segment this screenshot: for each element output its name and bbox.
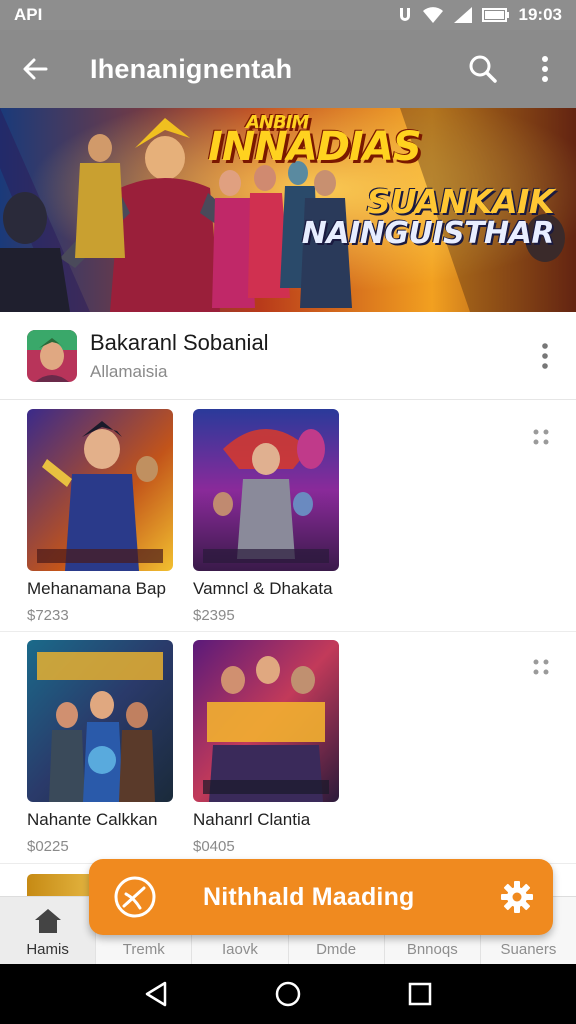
game-thumbnail — [27, 409, 173, 571]
triangle-back-icon — [145, 981, 167, 1007]
status-bar: API 19:03 — [0, 0, 576, 30]
developer-more-button[interactable] — [514, 312, 576, 400]
more-vertical-icon — [542, 56, 548, 82]
status-time: 19:03 — [518, 5, 562, 24]
developer-name: Bakaranl Sobanial — [90, 329, 269, 355]
overflow-menu-button[interactable] — [514, 30, 576, 108]
page-title: Ihenanignentah — [90, 53, 293, 84]
game-card[interactable]: Nahanrl Clantia $0405 — [193, 640, 339, 855]
battery-icon — [481, 7, 510, 23]
game-card[interactable]: Nahante Calkkan $0225 — [27, 640, 173, 855]
developer-info: Bakaranl Sobanial Allamaisia — [90, 330, 514, 382]
game-price: $0225 — [27, 838, 69, 855]
system-navigation-bar — [0, 964, 576, 1024]
search-icon — [469, 55, 497, 83]
vpn-icon — [397, 6, 413, 24]
wifi-icon — [422, 6, 444, 24]
drag-handle-icon[interactable] — [532, 658, 550, 676]
game-card[interactable]: Vamncl & Dhakata $2395 — [193, 409, 339, 624]
developer-header[interactable]: Bakaranl Sobanial Allamaisia — [0, 312, 576, 400]
featured-banner[interactable]: ANBIM INNADIAS SUANKAIK NAINGUISTHAR — [0, 108, 576, 312]
square-recents-icon — [408, 982, 432, 1006]
nav-item-home[interactable]: Hamis — [0, 897, 97, 964]
game-price: $0405 — [193, 838, 235, 855]
developer-subtitle: Allamaisia — [90, 361, 168, 381]
game-title: Mehanamana Bap — [27, 579, 166, 598]
fab-label: Nithhald Maading — [203, 882, 415, 911]
game-thumbnail — [193, 640, 339, 802]
home-icon — [34, 909, 61, 933]
signal-icon — [453, 6, 473, 24]
nav-label: Bnnoqs — [406, 941, 458, 958]
system-home-button[interactable] — [258, 964, 318, 1024]
settings-gear-icon — [501, 881, 533, 913]
game-thumbnail — [27, 640, 173, 802]
nav-label: Dmde — [316, 941, 357, 958]
settings-button[interactable] — [481, 859, 553, 935]
game-card[interactable]: Mehanamana Bap $7233 — [27, 409, 173, 624]
game-price: $2395 — [193, 607, 235, 624]
game-thumbnail — [193, 409, 339, 571]
game-thumbnail-partial[interactable] — [27, 874, 97, 896]
app-toolbar: Ihenanignentah — [0, 30, 576, 108]
status-icons: 19:03 — [397, 5, 562, 25]
nav-label: Suaners — [500, 941, 557, 958]
circle-home-icon — [275, 981, 301, 1007]
games-row-1: Mehanamana Bap $7233 Vamncl & Dhakata $2… — [0, 400, 576, 632]
developer-avatar — [27, 329, 77, 382]
back-button[interactable] — [0, 30, 70, 108]
nav-label: Iaovk — [222, 941, 258, 958]
game-title: Nahanrl Clantia — [193, 810, 311, 829]
game-title: Nahante Calkkan — [27, 810, 158, 829]
system-back-button[interactable] — [126, 964, 186, 1024]
floating-action-bar[interactable]: Nithhald Maading — [89, 859, 553, 935]
banner-subtitle-2: NAINGUISTHAR — [301, 216, 555, 251]
system-recents-button[interactable] — [390, 964, 450, 1024]
drag-handle-icon[interactable] — [532, 428, 550, 446]
search-button[interactable] — [452, 30, 514, 108]
nav-label: Tremk — [122, 941, 165, 958]
game-price: $7233 — [27, 607, 69, 624]
arrow-left-icon — [23, 58, 48, 80]
more-vertical-icon — [542, 342, 548, 369]
nav-label: Hamis — [26, 941, 69, 958]
games-row-2: Nahante Calkkan $0225 Nahanrl Clantia $0… — [0, 632, 576, 864]
compass-button[interactable] — [89, 859, 181, 935]
banner-title: INNADIAS — [208, 124, 422, 170]
status-carrier-text: API — [14, 5, 43, 24]
compass-icon — [114, 876, 156, 918]
game-title: Vamncl & Dhakata — [193, 579, 333, 598]
